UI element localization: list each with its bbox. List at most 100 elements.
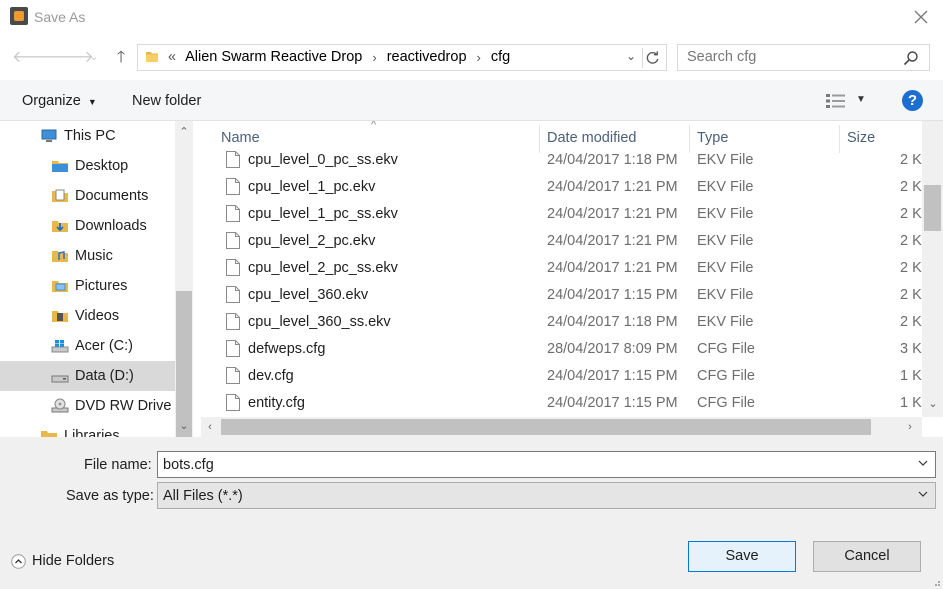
help-icon[interactable]: ? <box>902 90 923 111</box>
file-size: 2 K <box>900 152 922 168</box>
organize-button[interactable]: Organize ▼ <box>22 93 97 109</box>
file-row[interactable]: cpu_level_2_pc.ekv 24/04/2017 1:21 PM EKV … <box>193 228 922 255</box>
nav-item-label: DVD RW Drive <box>75 398 172 414</box>
back-arrow-icon[interactable]: 🡐 <box>12 48 55 68</box>
nav-item-music[interactable]: Music <box>0 241 175 271</box>
nav-item-label: Music <box>75 248 113 264</box>
view-dropdown-icon[interactable]: ▼ <box>856 94 866 105</box>
nav-item-libraries[interactable]: Libraries <box>0 421 175 437</box>
file-size: 2 K <box>900 206 922 222</box>
address-row: 🡐 🡒 ⌄ 🡑 « Alien Swarm Reactive Drop › re… <box>0 36 943 80</box>
forward-arrow-icon[interactable]: 🡒 <box>51 48 94 68</box>
save-as-type-select[interactable]: All Files (*.*) <box>157 482 936 509</box>
chevron-down-icon[interactable] <box>917 457 929 469</box>
column-date-modified[interactable]: Date modified <box>547 130 636 146</box>
breadcrumb-overflow[interactable]: « <box>168 49 176 65</box>
nav-item-dvd-rw-drive[interactable]: DVD RW Drive <box>0 391 175 421</box>
nav-item-documents[interactable]: Documents <box>0 181 175 211</box>
file-icon <box>226 259 240 276</box>
nav-item-desktop[interactable]: Desktop <box>0 151 175 181</box>
folder-icon <box>146 52 158 62</box>
file-row[interactable]: entity.cfg 24/04/2017 1:15 PM CFG File 1 K <box>193 390 922 417</box>
recent-locations-chevron-icon[interactable]: ⌄ <box>83 48 105 68</box>
refresh-icon[interactable] <box>642 48 662 68</box>
file-list-vertical-scrollbar[interactable]: ⌄ <box>922 121 943 417</box>
file-list-horizontal-scrollbar[interactable]: ‹ › <box>201 417 922 437</box>
file-row[interactable]: cpu_level_360_ss.ekv 24/04/2017 1:18 PM EK… <box>193 309 922 336</box>
breadcrumb-item[interactable]: Alien Swarm Reactive Drop <box>185 49 362 65</box>
scroll-down-arrow-icon[interactable]: ⌄ <box>175 417 193 435</box>
chevron-up-icon <box>11 553 26 569</box>
file-date-modified: 24/04/2017 1:18 PM <box>547 152 678 168</box>
navigation-pane[interactable]: This PC Desktop Documents Downloads Musi… <box>0 121 193 437</box>
nav-item-this-pc[interactable]: This PC <box>0 121 175 151</box>
file-size: 2 K <box>900 233 922 249</box>
file-row[interactable]: defweps.cfg 28/04/2017 8:09 PM CFG File 3 K <box>193 336 922 363</box>
file-name-field[interactable]: bots.cfg <box>157 451 936 478</box>
file-icon <box>226 232 240 249</box>
breadcrumb: « Alien Swarm Reactive Drop › reactivedr… <box>168 49 510 65</box>
chevron-down-icon[interactable] <box>917 488 929 500</box>
search-icon[interactable] <box>903 50 919 66</box>
breadcrumb-separator-icon[interactable]: › <box>372 50 376 65</box>
file-name: defweps.cfg <box>248 341 326 357</box>
search-input[interactable] <box>687 49 897 65</box>
file-row[interactable]: cpu_level_1_pc.ekv 24/04/2017 1:21 PM EKV … <box>193 174 922 201</box>
view-options-icon[interactable] <box>826 94 846 108</box>
file-type: EKV File <box>697 179 754 195</box>
address-bar[interactable]: « Alien Swarm Reactive Drop › reactivedr… <box>137 44 667 71</box>
scroll-left-arrow-icon[interactable]: ‹ <box>201 418 219 436</box>
save-as-type-value: All Files (*.*) <box>163 488 243 504</box>
close-icon[interactable] <box>912 8 930 26</box>
nav-item-downloads[interactable]: Downloads <box>0 211 175 241</box>
downloads-icon <box>52 221 68 232</box>
file-row[interactable]: cpu_level_1_pc_ss.ekv 24/04/2017 1:21 PM E… <box>193 201 922 228</box>
nav-item-data-d[interactable]: Data (D:) <box>0 361 175 391</box>
column-size[interactable]: Size <box>847 130 875 146</box>
breadcrumb-separator-icon[interactable]: › <box>477 50 481 65</box>
address-dropdown-icon[interactable]: ⌄ <box>626 49 636 63</box>
file-row[interactable]: cpu_level_360.ekv 24/04/2017 1:15 PM EKV F… <box>193 282 922 309</box>
file-size: 1 K <box>900 368 922 384</box>
file-icon <box>226 286 240 303</box>
cancel-button[interactable]: Cancel <box>813 541 921 572</box>
vertical-scroll-thumb[interactable] <box>924 185 941 231</box>
file-type: EKV File <box>697 314 754 330</box>
file-date-modified: 24/04/2017 1:15 PM <box>547 287 678 303</box>
nav-item-label: Documents <box>75 188 149 204</box>
new-folder-button[interactable]: New folder <box>132 93 201 109</box>
documents-icon <box>52 189 68 202</box>
breadcrumb-item[interactable]: reactivedrop <box>387 49 467 65</box>
file-name: cpu_level_360_ss.ekv <box>248 314 391 330</box>
libraries-icon <box>41 431 57 437</box>
resize-grip-icon[interactable] <box>931 577 941 587</box>
file-row[interactable]: cpu_level_2_pc_ss.ekv 24/04/2017 1:21 PM E… <box>193 255 922 282</box>
nav-scroll-thumb[interactable] <box>176 291 192 437</box>
save-as-type-label: Save as type: <box>66 488 154 504</box>
file-row[interactable]: cpu_level_0_pc_ss.ekv 24/04/2017 1:18 PM E… <box>193 147 922 174</box>
nav-item-pictures[interactable]: Pictures <box>0 271 175 301</box>
hide-folders-toggle[interactable]: Hide Folders <box>11 553 114 569</box>
search-box[interactable] <box>677 44 930 71</box>
save-button[interactable]: Save <box>688 541 796 572</box>
file-date-modified: 24/04/2017 1:21 PM <box>547 206 678 222</box>
nav-item-videos[interactable]: Videos <box>0 301 175 331</box>
file-name: cpu_level_1_pc_ss.ekv <box>248 206 398 222</box>
column-name[interactable]: Name <box>221 130 260 146</box>
scroll-up-arrow-icon[interactable]: ⌃ <box>175 123 193 141</box>
up-arrow-icon[interactable]: 🡑 <box>110 48 132 68</box>
nav-item-acer-c[interactable]: Acer (C:) <box>0 331 175 361</box>
horizontal-scroll-thumb[interactable] <box>221 419 871 435</box>
scroll-right-arrow-icon[interactable]: › <box>901 418 919 436</box>
breadcrumb-item[interactable]: cfg <box>491 49 510 65</box>
drive-icon <box>51 375 69 383</box>
file-name-value[interactable]: bots.cfg <box>163 457 214 473</box>
nav-scrollbar[interactable]: ⌃ ⌄ <box>175 121 193 437</box>
column-type[interactable]: Type <box>697 130 728 146</box>
scroll-down-arrow-icon[interactable]: ⌄ <box>924 395 942 413</box>
file-type: EKV File <box>697 152 754 168</box>
file-row[interactable]: dev.cfg 24/04/2017 1:15 PM CFG File 1 K <box>193 363 922 390</box>
file-list[interactable]: ^ Name Date modified Type Size cpu_level… <box>193 121 943 437</box>
file-type: EKV File <box>697 233 754 249</box>
folder-icon <box>52 161 68 172</box>
